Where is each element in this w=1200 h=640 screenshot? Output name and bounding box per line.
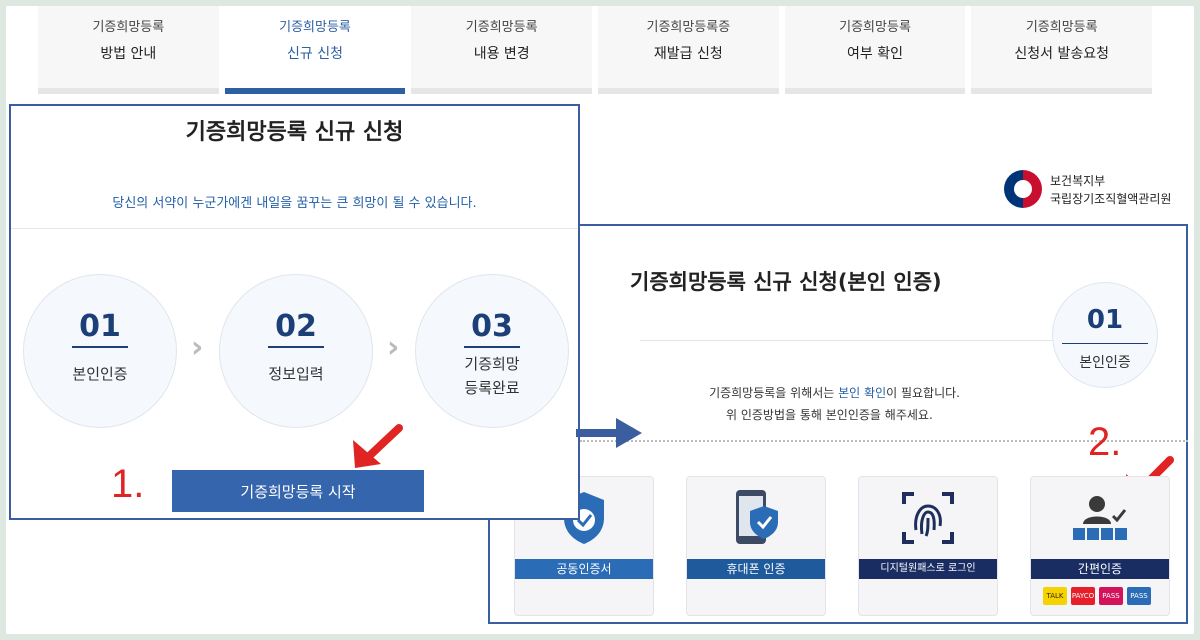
fingerprint-icon [902,492,954,544]
step-circle-1: 01 본인인증 [23,274,177,428]
digital-onepass-label: 디지털원패스로 로그인 [859,559,997,579]
step-2-underline [268,346,324,348]
tab-check-line1: 기증희망등록 [839,20,911,35]
tab-check-line2: 여부 확인 [847,46,904,62]
step-3-label: 기증희망등록완료 [416,352,568,400]
tab-reissue-line1: 기증희망등록증 [646,20,731,35]
step-3-underline [464,346,520,348]
user-pin-icon [1073,496,1127,540]
annotation-number-1: 1. [111,462,145,506]
tab-new-line1: 기증희망등록 [279,20,351,35]
pass-logo: PASS [1099,587,1123,605]
desc-post: 이 필요합니다. [886,386,960,400]
tab-change-line1: 기증희망등록 [465,20,538,35]
tab-new-line2: 신규 신청 [287,46,343,62]
step-1-label: 본인인증 [72,365,128,383]
step-1-underline [72,346,128,348]
chevron-right-icon: › [387,330,400,365]
chevron-right-icon: › [191,330,204,365]
annotation-number-2: 2. [1088,420,1122,464]
joint-certificate-label: 공동인증서 [515,559,653,579]
subtitle-divider [11,228,578,229]
screenshot-frame: 기증희망등록 방법 안내 기증희망등록 신규 신청 기증희망등록 내용 변경 기… [6,6,1194,634]
step-underline [1062,343,1148,344]
phone-shield-icon [736,490,778,544]
step-2-number: 02 [275,309,317,344]
verification-instruction: 위 인증방법을 통해 본인인증을 해주세요. [726,408,933,422]
verification-title: 기증희망등록 신규 신청(본인 인증) [630,270,942,294]
tab-reissue-card[interactable]: 기증희망등록증 재발급 신청 [598,6,779,94]
step-circle-3: 03 기증희망등록완료 [415,274,569,428]
tab-request-line2: 신청서 발송요청 [1014,46,1109,62]
agency-name: 국립장기조직혈액관리원 [1050,192,1172,206]
application-title: 기증희망등록 신규 신청 [185,120,404,145]
start-registration-button[interactable]: 기증희망등록 시작 [172,470,424,512]
step-3-label-line2: 등록완료 [464,379,520,397]
tab-change-line2: 내용 변경 [473,46,530,62]
payco-logo: PAYCO [1071,587,1095,605]
tab-check-status[interactable]: 기증희망등록 여부 확인 [784,6,966,94]
step-circle-2: 02 정보입력 [219,274,373,428]
current-step-circle: 01 본인인증 [1052,282,1158,388]
tab-request-line1: 기증희망등록 [1025,20,1098,35]
tab-guide[interactable]: 기증희망등록 방법 안내 [38,6,219,94]
tab-request-form[interactable]: 기증희망등록 신청서 발송요청 [971,6,1153,94]
ministry-name: 보건복지부 [1050,174,1106,188]
simple-auth-providers: TALK PAYCO PASS PASS [1043,587,1151,605]
method-digital-onepass[interactable]: 디지털원패스로 로그인 [858,476,998,616]
step-3-label-line1: 기증희망 [464,355,520,373]
tab-guide-line1: 기증희망등록 [92,20,165,35]
tab-guide-line2: 방법 안내 [100,46,157,62]
method-mobile-phone[interactable]: 휴대폰 인증 [686,476,826,616]
kakao-talk-logo: TALK [1043,587,1067,605]
tab-reissue-line2: 재발급 신청 [653,46,723,62]
ministry-logo: 보건복지부 국립장기조직혈액관리원 [1004,166,1190,212]
desc-highlight: 본인 확인 [838,386,887,400]
step-3-number: 03 [471,309,513,344]
taegeuk-emblem-icon [1004,170,1042,208]
mobile-phone-label: 휴대폰 인증 [687,559,825,579]
registration-tabs: 기증희망등록 방법 안내 기증희망등록 신규 신청 기증희망등록 내용 변경 기… [38,6,1153,94]
simple-auth-label: 간편인증 [1031,559,1169,579]
pass-blue-logo: PASS [1127,587,1151,605]
current-step-label: 본인인증 [1079,355,1131,371]
application-subtitle: 당신의 서약이 누군가에겐 내일을 꿈꾸는 큰 희망이 될 수 있습니다. [112,196,477,211]
tab-new-application[interactable]: 기증희망등록 신규 신청 [224,6,406,94]
desc-pre: 기증희망등록을 위해서는 [709,386,839,400]
current-step-number: 01 [1086,305,1124,335]
step-1-number: 01 [79,309,121,344]
next-step-arrow-icon [576,418,642,448]
tab-change-details[interactable]: 기증희망등록 내용 변경 [411,6,593,94]
step-2-label: 정보입력 [268,365,324,383]
red-pointer-arrow-icon [353,424,403,468]
new-application-panel: 기증희망등록 신규 신청 당신의 서약이 누군가에겐 내일을 꿈꾸는 큰 희망이… [9,104,580,520]
method-simple-auth[interactable]: 간편인증 TALK PAYCO PASS PASS [1030,476,1170,616]
title-divider [640,340,1060,341]
